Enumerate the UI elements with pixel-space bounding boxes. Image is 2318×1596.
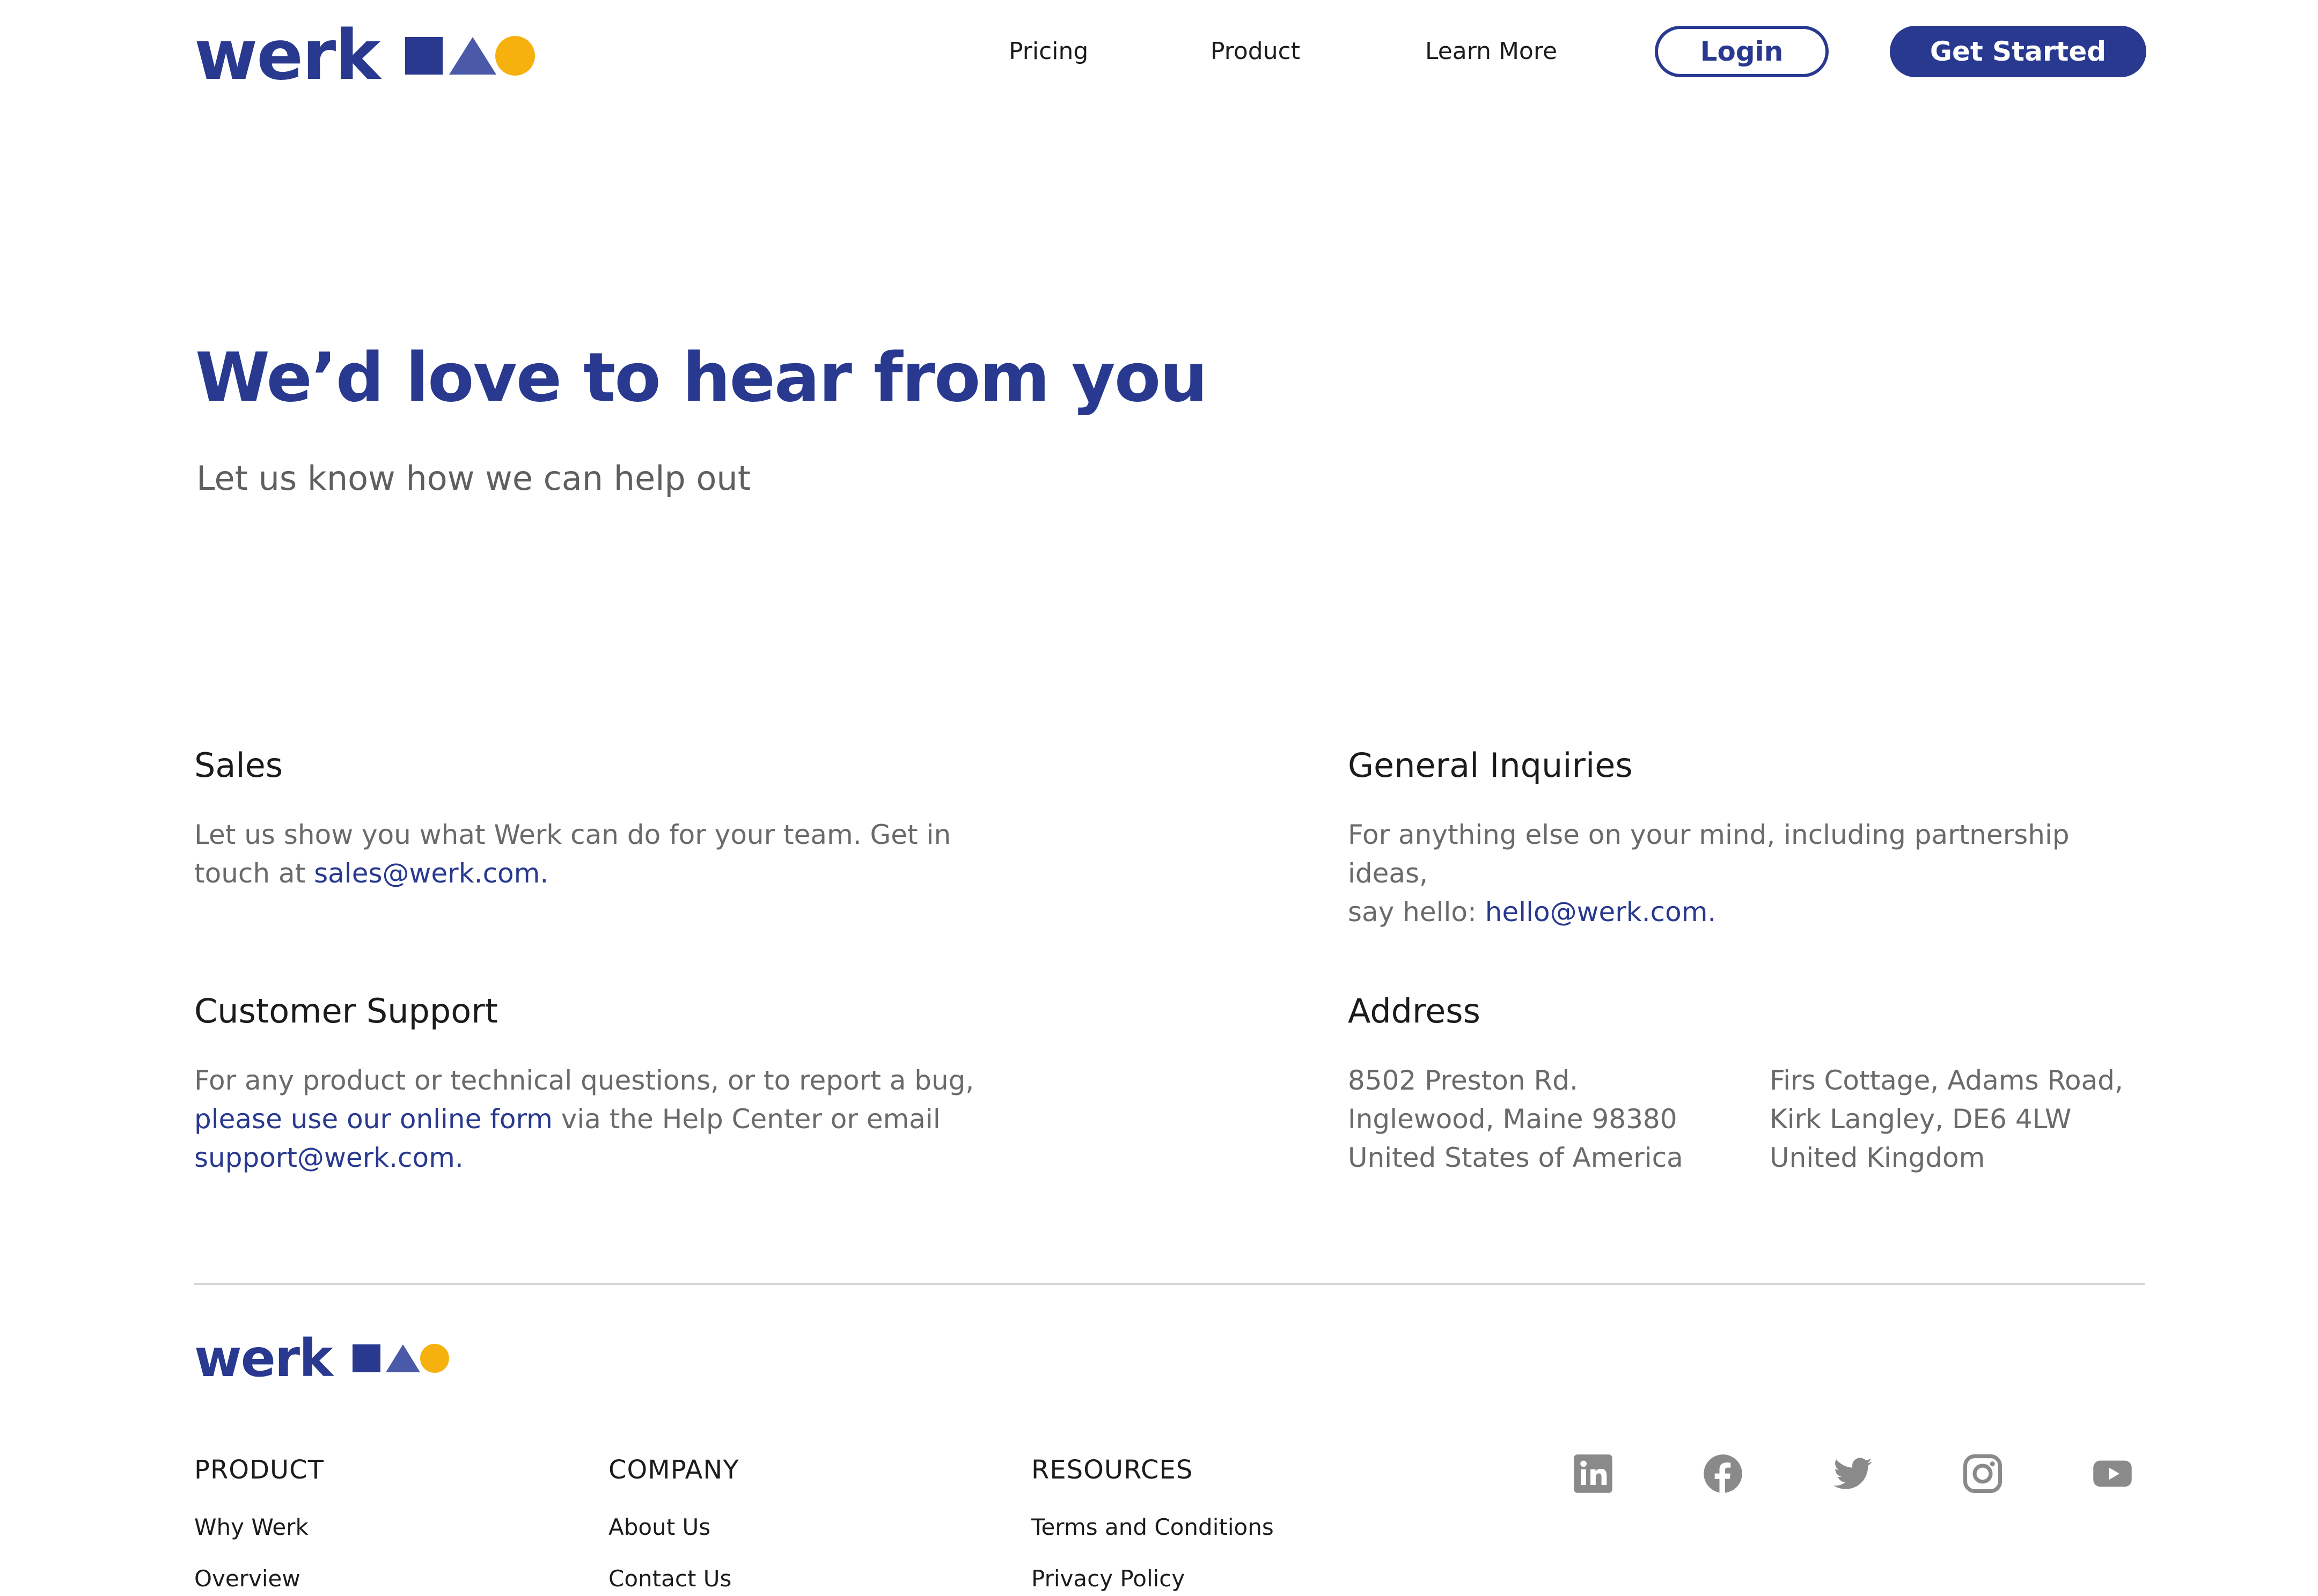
footer-col-resources-title: RESOURCES — [1031, 1455, 1193, 1485]
footer-col-product-title: PRODUCT — [194, 1455, 325, 1485]
sales-line-1: Let us show you what Werk can do for you… — [194, 819, 951, 850]
support-line-1: For any product or technical questions, … — [194, 1065, 974, 1096]
support-line-3: support@werk.com. — [194, 1138, 1053, 1177]
twitter-icon[interactable] — [1832, 1453, 1874, 1495]
footer-brand-logo[interactable]: werk — [194, 1333, 449, 1384]
page-title: We’d love to hear from you — [195, 338, 1208, 417]
logo-circle-icon — [495, 36, 536, 76]
hello-email-link[interactable]: hello@werk.com. — [1485, 896, 1717, 928]
footer-link-overview[interactable]: Overview — [194, 1565, 300, 1592]
us-address-line-1: 8502 Preston Rd. — [1348, 1065, 1578, 1096]
footer-link-privacy[interactable]: Privacy Policy — [1031, 1565, 1185, 1592]
general-inquiries-title: General Inquiries — [1348, 746, 1633, 785]
us-address: 8502 Preston Rd. Inglewood, Maine 98380 … — [1348, 1061, 1734, 1177]
uk-address-line-1: Firs Cottage, Adams Road, — [1770, 1065, 2123, 1096]
brand-logo[interactable]: werk — [194, 16, 536, 95]
support-line-2-suffix: via the Help Center or email — [552, 1104, 941, 1135]
support-email-link[interactable]: support@werk.com. — [194, 1142, 464, 1173]
customer-support-body: For any product or technical questions, … — [194, 1061, 1053, 1177]
sales-line-2: touch at sales@werk.com. — [194, 854, 999, 893]
sales-title: Sales — [194, 746, 283, 785]
brand-wordmark: werk — [194, 16, 380, 95]
general-line-1: For anything else on your mind, includin… — [1348, 819, 2070, 889]
general-line-2: say hello: hello@werk.com. — [1348, 893, 2153, 931]
address-title: Address — [1348, 991, 1480, 1031]
footer-link-why-werk[interactable]: Why Werk — [194, 1514, 309, 1540]
logo-triangle-icon — [449, 37, 497, 75]
online-form-link[interactable]: please use our online form — [194, 1104, 553, 1135]
get-started-button[interactable]: Get Started — [1890, 26, 2146, 77]
uk-address: Firs Cottage, Adams Road, Kirk Langley, … — [1770, 1061, 2156, 1177]
sales-line-2-prefix: touch at — [194, 858, 314, 889]
footer-logo-triangle-icon — [385, 1344, 420, 1372]
contact-page: werk Pricing Product Learn More Login Ge… — [0, 0, 2318, 1596]
general-line-2-prefix: say hello: — [1348, 896, 1485, 928]
customer-support-title: Customer Support — [194, 991, 498, 1031]
nav-product[interactable]: Product — [1211, 38, 1300, 65]
footer-brand-shapes-icon — [352, 1344, 449, 1373]
page-subtitle: Let us know how we can help out — [196, 459, 751, 498]
footer-logo-circle-icon — [420, 1344, 449, 1373]
youtube-icon[interactable] — [2092, 1453, 2133, 1495]
footer-divider — [194, 1283, 2145, 1285]
uk-address-line-2: Kirk Langley, DE6 4LW — [1770, 1104, 2072, 1135]
footer-logo-square-icon — [352, 1344, 380, 1372]
uk-address-line-3: United Kingdom — [1770, 1142, 1985, 1173]
sales-body: Let us show you what Werk can do for you… — [194, 815, 999, 893]
us-address-line-2: Inglewood, Maine 98380 — [1348, 1104, 1677, 1135]
footer-link-contact-us[interactable]: Contact Us — [608, 1565, 731, 1592]
logo-square-icon — [405, 37, 443, 75]
instagram-icon[interactable] — [1962, 1453, 2004, 1495]
sales-email-link[interactable]: sales@werk.com. — [314, 858, 548, 889]
footer-col-company-title: COMPANY — [608, 1455, 739, 1485]
linkedin-icon[interactable] — [1572, 1453, 1614, 1495]
support-line-2: please use our online form via the Help … — [194, 1100, 1053, 1138]
brand-shapes-icon — [405, 36, 536, 76]
login-button[interactable]: Login — [1655, 26, 1829, 77]
general-inquiries-body: For anything else on your mind, includin… — [1348, 815, 2153, 931]
footer-brand-wordmark: werk — [194, 1328, 333, 1388]
us-address-line-3: United States of America — [1348, 1142, 1683, 1173]
facebook-icon[interactable] — [1702, 1453, 1744, 1495]
nav-pricing[interactable]: Pricing — [1009, 38, 1088, 65]
nav-learn-more[interactable]: Learn More — [1425, 38, 1557, 65]
footer-link-terms[interactable]: Terms and Conditions — [1031, 1514, 1274, 1540]
footer-link-about-us[interactable]: About Us — [608, 1514, 710, 1540]
